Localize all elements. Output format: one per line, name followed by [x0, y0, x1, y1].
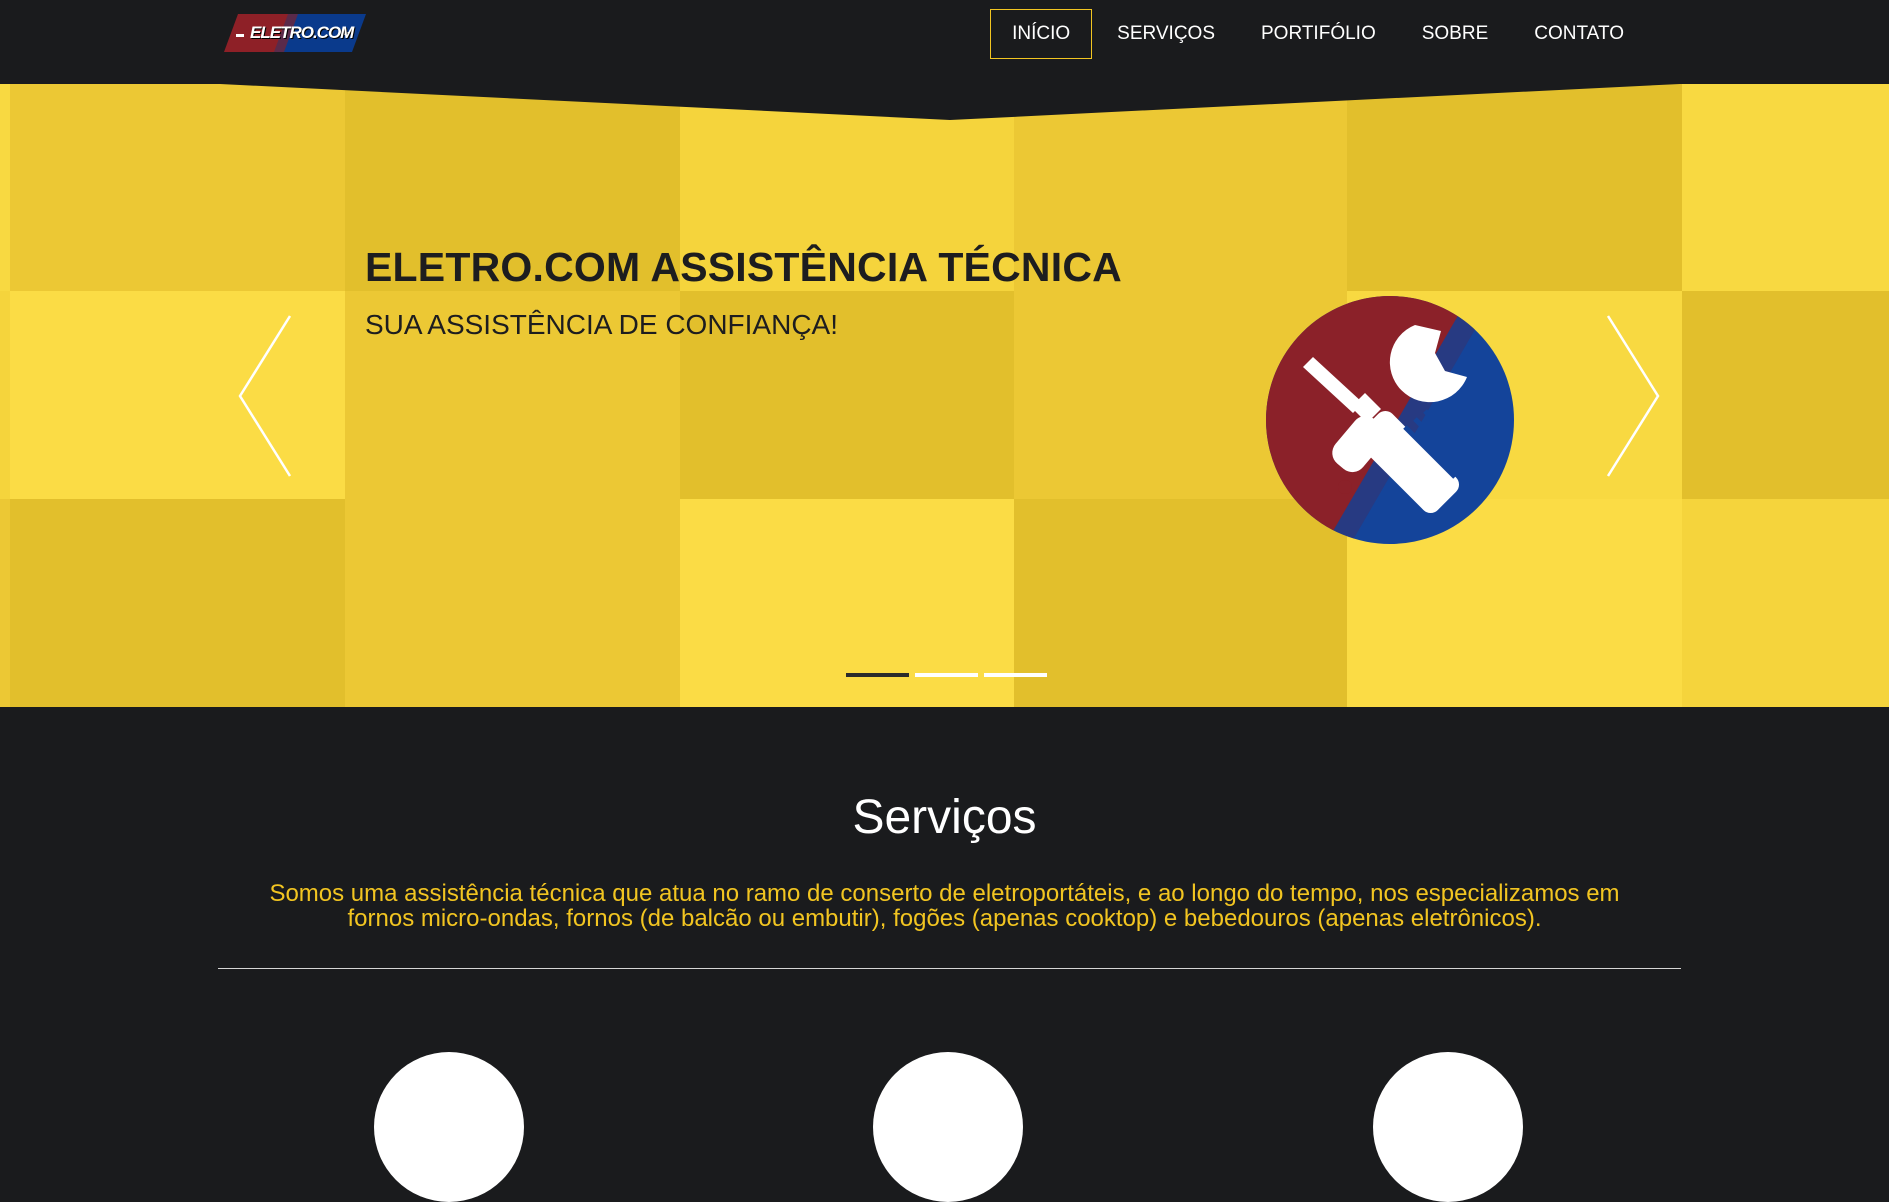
- nav-item-sobre[interactable]: SOBRE: [1401, 9, 1510, 59]
- nav-item-portifolio[interactable]: PORTIFÓLIO: [1240, 9, 1397, 59]
- hero-subtitle: SUA ASSISTÊNCIA DE CONFIANÇA!: [365, 309, 839, 340]
- tools-icon: [1266, 296, 1514, 544]
- logo-text: ELETRO.COM: [250, 23, 354, 42]
- carousel-indicator-1[interactable]: [846, 673, 909, 677]
- main-nav: INÍCIO SERVIÇOS PORTIFÓLIO SOBRE CONTATO: [986, 8, 1645, 60]
- carousel-indicators: [846, 673, 1047, 677]
- hero-top-notch: [0, 84, 1889, 120]
- hero-bg-tile: [10, 291, 345, 499]
- hero-bg-tile: [0, 291, 10, 499]
- nav-item-inicio[interactable]: INÍCIO: [990, 9, 1093, 59]
- service-card-2[interactable]: [873, 1052, 1023, 1202]
- carousel-indicator-2[interactable]: [915, 673, 978, 677]
- service-card-3[interactable]: [1373, 1052, 1523, 1202]
- navbar: ELETRO.COM INÍCIO SERVIÇOS PORTIFÓLIO SO…: [0, 0, 1889, 84]
- carousel-indicator-3[interactable]: [984, 673, 1047, 677]
- hero-bg-tile: [1682, 499, 1889, 707]
- service-card-1[interactable]: [374, 1052, 524, 1202]
- hero-carousel: ELETRO.COM ASSISTÊNCIA TÉCNICA SUA ASSIS…: [0, 84, 1889, 707]
- nav-item-contato[interactable]: CONTATO: [1513, 9, 1645, 59]
- hero-title: ELETRO.COM ASSISTÊNCIA TÉCNICA: [365, 244, 1122, 290]
- services-heading: Serviços: [852, 791, 1037, 844]
- carousel-prev-button[interactable]: [238, 314, 292, 478]
- brand-logo[interactable]: ELETRO.COM: [224, 12, 366, 54]
- hero-bg-tile: [10, 499, 345, 707]
- services-description: Somos uma assistência técnica que atua n…: [269, 880, 1620, 932]
- nav-item-servicos[interactable]: SERVIÇOS: [1096, 9, 1236, 59]
- hero-bg-tile: [345, 499, 680, 707]
- carousel-next-button[interactable]: [1606, 314, 1660, 478]
- hero-bg-tile: [1682, 291, 1889, 499]
- hero-bg-tile: [0, 499, 10, 707]
- section-divider: [218, 968, 1681, 969]
